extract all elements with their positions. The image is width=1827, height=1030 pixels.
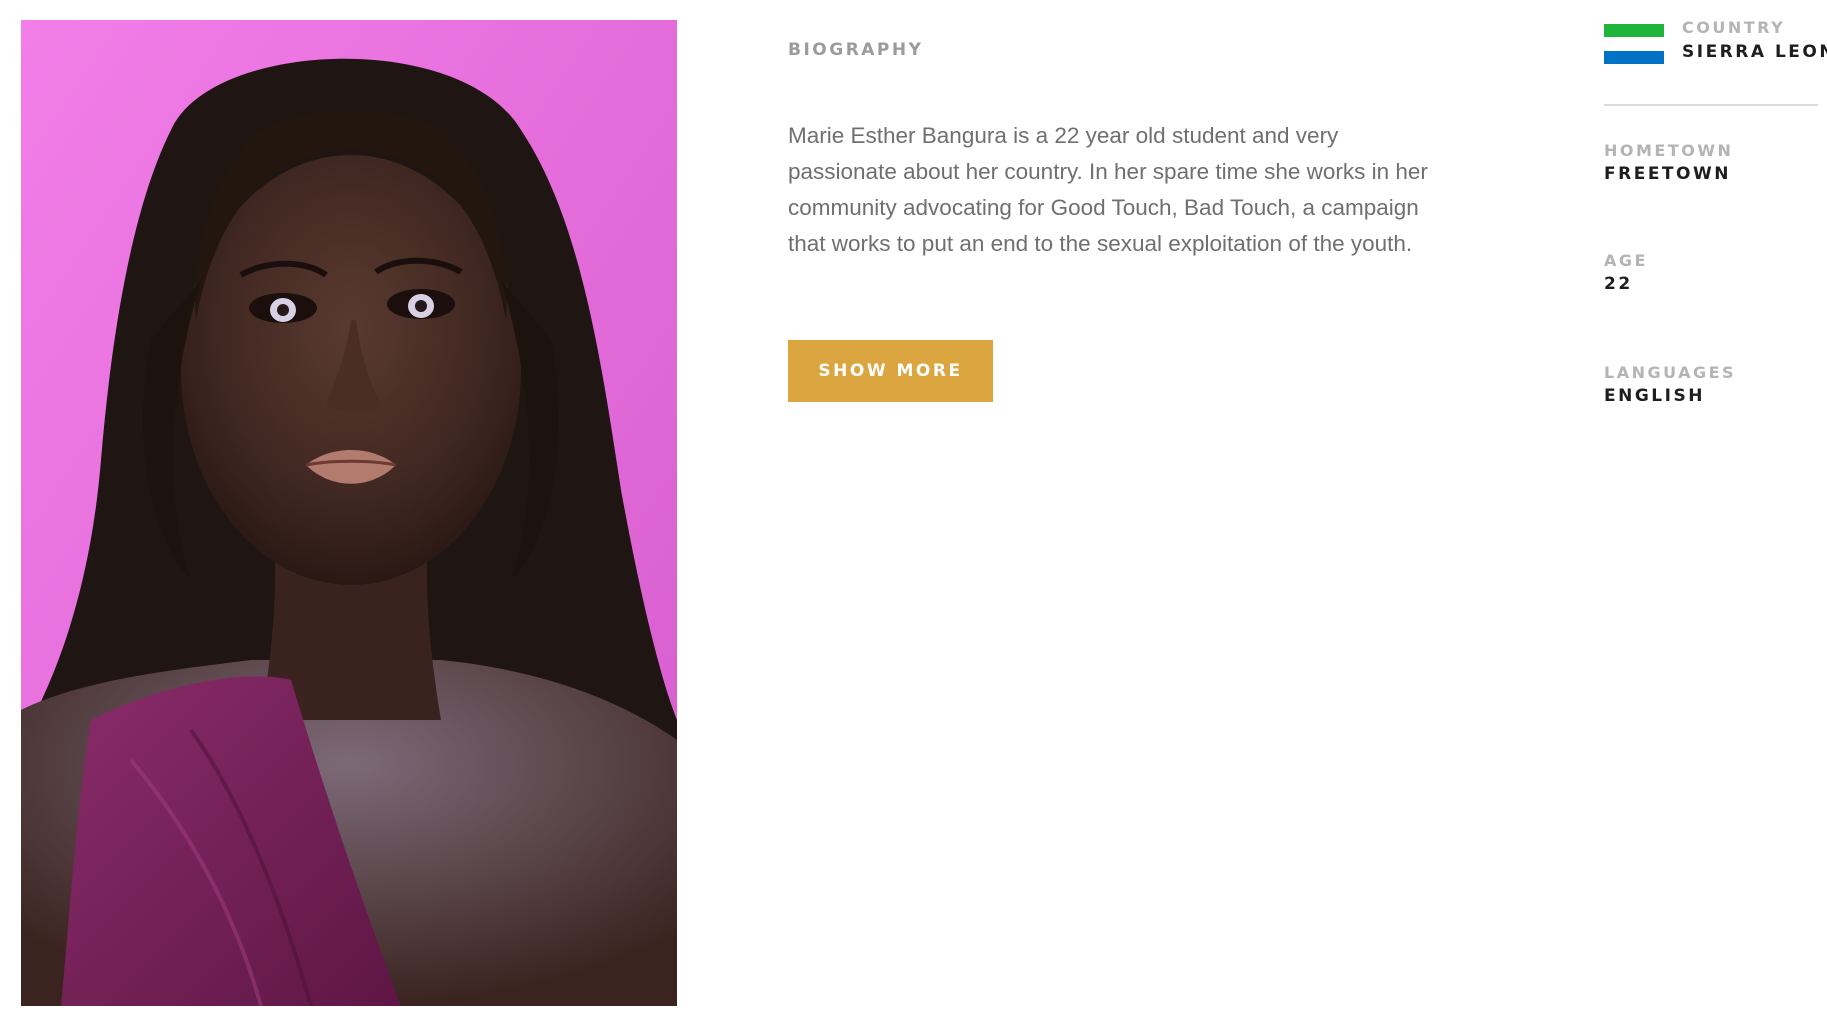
sierra-leone-flag-icon	[1604, 24, 1664, 65]
biography-heading: BIOGRAPHY	[788, 40, 924, 60]
age-value: 22	[1604, 274, 1633, 294]
profile-photo	[21, 20, 677, 1006]
languages-label: LANGUAGES	[1604, 363, 1737, 382]
facts-divider	[1604, 104, 1818, 106]
flag-stripe-green	[1604, 24, 1664, 37]
country-value: SIERRA LEONE	[1682, 42, 1827, 62]
hometown-label: HOMETOWN	[1604, 141, 1734, 160]
age-label: AGE	[1604, 251, 1648, 270]
flag-stripe-white	[1604, 37, 1664, 51]
portrait-illustration	[21, 20, 677, 1006]
flag-stripe-blue	[1604, 51, 1664, 64]
country-label: COUNTRY	[1682, 18, 1786, 37]
hometown-value: FREETOWN	[1604, 164, 1731, 184]
show-more-button[interactable]: SHOW MORE	[788, 340, 993, 402]
languages-value: ENGLISH	[1604, 386, 1705, 406]
biography-text: Marie Esther Bangura is a 22 year old st…	[788, 123, 1428, 256]
